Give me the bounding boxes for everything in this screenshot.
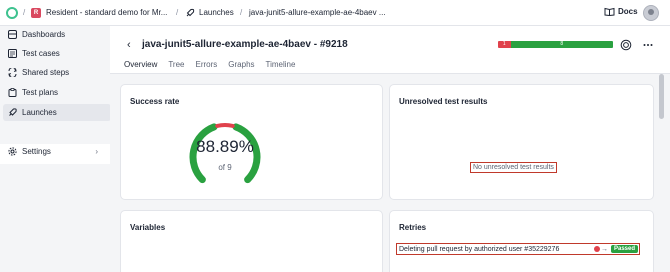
failed-count: 1 [498,41,511,48]
more-options-icon[interactable] [642,39,654,51]
gauge-failed-arc [215,123,235,128]
sidebar-item-shared-steps[interactable]: Shared steps [0,64,108,81]
success-rate-card: Success rate 88.89% of 9 [120,84,383,200]
top-bar: / R Resident - standard demo for Mr... /… [0,0,670,26]
scrollbar-thumb[interactable] [659,74,664,119]
passed-count: 8 [510,41,613,48]
project-badge: R [31,8,41,18]
app-logo-icon[interactable] [6,7,18,19]
sidebar-item-test-plans[interactable]: Test plans [0,84,108,101]
retry-test-name: Deleting pull request by authorized user… [399,245,560,253]
gear-icon [8,147,17,156]
sidebar-item-label: Launches [22,108,57,117]
card-title: Retries [399,223,427,232]
retry-row[interactable]: Deleting pull request by authorized user… [396,243,640,255]
avatar[interactable] [643,5,659,21]
gauge-overlay [169,145,183,185]
rocket-icon [186,8,195,17]
card-title: Unresolved test results [399,97,488,106]
dashboard-icon [8,30,17,39]
breadcrumb-separator: / [240,8,243,17]
retries-card: Retries Deleting pull request by authori… [389,210,654,272]
sidebar: Dashboards Test cases Shared steps Test … [0,26,111,272]
breadcrumb-launches[interactable]: Launches [199,8,234,17]
success-rate-total: of 9 [218,163,232,172]
back-arrow-icon[interactable]: ‹ [127,39,131,51]
docs-label: Docs [618,7,638,16]
overview-widgets: Success rate 88.89% of 9 Unresolved test… [110,74,670,272]
breadcrumb-launch[interactable]: java-junit5-allure-example-ae-4baev ... [249,8,386,17]
book-icon [604,7,615,16]
stop-icon[interactable] [620,39,632,51]
chevron-right-icon: › [95,147,98,156]
shared-steps-icon [8,68,17,77]
variables-card: Variables [120,210,383,272]
sidebar-item-label: Test plans [22,88,59,97]
breadcrumb-separator: / [23,8,26,17]
status-badge: Passed [610,245,638,253]
breadcrumb-project[interactable]: Resident - standard demo for Mr... [46,8,167,17]
rocket-icon [9,108,17,116]
launch-status-bar[interactable]: 1 8 [498,41,613,48]
sidebar-item-test-cases[interactable]: Test cases [0,45,108,62]
failed-status-dot [593,246,600,252]
success-rate-value: 88.89% [196,137,254,156]
card-title: Success rate [130,97,180,106]
sidebar-item-launches[interactable]: Launches [3,104,111,121]
sidebar-item-settings[interactable]: Settings › [0,143,108,160]
scrollbar[interactable] [659,74,664,272]
arrow-right-icon: → [600,245,608,253]
sidebar-item-label: Dashboards [22,30,66,39]
sidebar-item-label: Settings [22,147,51,156]
test-cases-icon [8,49,17,58]
card-title: Variables [130,223,166,232]
page-title: java-junit5-allure-example-ae-4baev - #9… [142,39,348,50]
docs-link[interactable]: Docs [604,7,638,16]
sidebar-item-label: Shared steps [22,68,70,77]
empty-state-text: No unresolved test results [470,162,557,173]
main-content: ‹ java-junit5-allure-example-ae-4baev - … [110,26,670,272]
clipboard-icon [8,88,17,97]
gauge-overlay [267,145,287,185]
breadcrumb-separator: / [176,8,179,17]
unresolved-results-card: Unresolved test results No unresolved te… [389,84,654,200]
sidebar-item-label: Test cases [22,49,60,58]
sidebar-item-dashboards[interactable]: Dashboards [0,26,108,43]
